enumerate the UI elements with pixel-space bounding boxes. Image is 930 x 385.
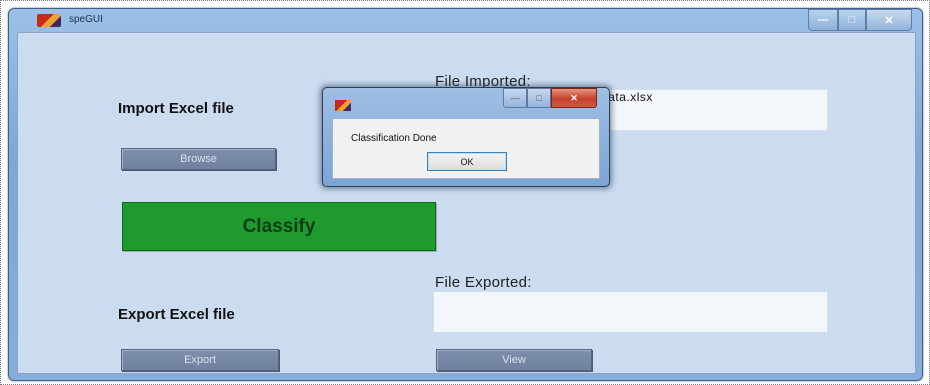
dialog-minimize-button[interactable]: — [503,88,527,108]
ok-button[interactable]: OK [427,152,507,171]
close-button[interactable]: ✕ [866,9,912,31]
file-exported-label: File Exported: [435,274,532,291]
dialog-message: Classification Done [351,133,437,144]
window-title: speGUI [69,14,103,25]
dialog-body: Classification Done OK [332,118,600,179]
caption-buttons: — □ ✕ [808,9,912,31]
dialog-caption-buttons: — □ ✕ [503,88,597,108]
import-heading: Import Excel file [118,100,234,117]
matlab-icon [37,14,61,27]
client-area: Import Excel file Browse File Imported: … [17,32,916,374]
browse-button[interactable]: Browse [121,148,276,170]
message-dialog: — □ ✕ Classification Done OK [322,87,610,187]
file-exported-field[interactable] [433,291,828,333]
main-window: speGUI — □ ✕ Import Excel file Browse Fi… [8,8,923,381]
classify-button[interactable]: Classify [122,202,436,251]
dialog-close-button[interactable]: ✕ [551,88,597,108]
view-button[interactable]: View [436,349,592,371]
dialog-maximize-button[interactable]: □ [527,88,551,108]
title-bar[interactable]: speGUI — □ ✕ [9,9,922,31]
export-button[interactable]: Export [121,349,279,371]
export-heading: Export Excel file [118,306,235,323]
minimize-button[interactable]: — [808,9,838,31]
matlab-icon [335,100,351,111]
maximize-button[interactable]: □ [838,9,866,31]
